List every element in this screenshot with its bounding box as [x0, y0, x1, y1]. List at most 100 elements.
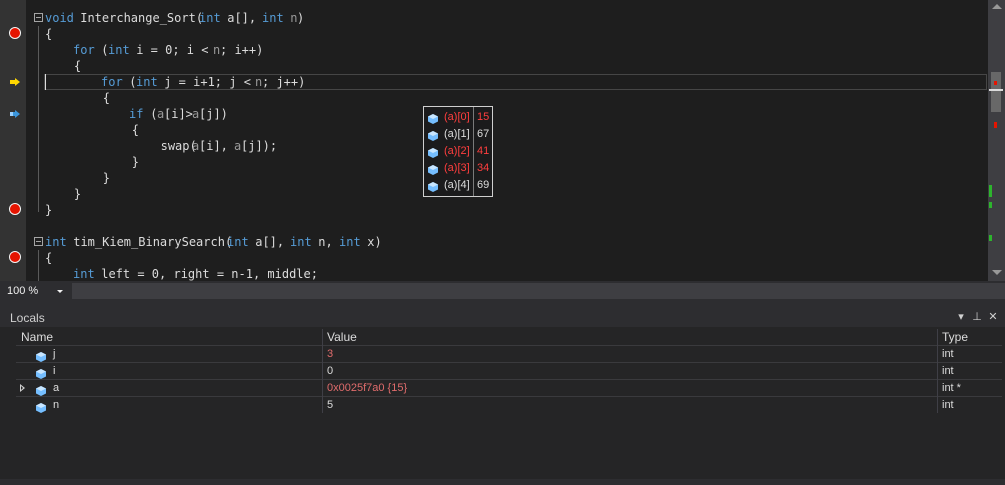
code-line[interactable]: int tim_Kiem_BinarySearch(int a[], int n… — [28, 234, 983, 250]
datatip-value[interactable]: 15 — [477, 109, 489, 126]
locals-row[interactable]: j 3 int — [16, 345, 1002, 362]
datatip-value[interactable]: 69 — [477, 177, 489, 194]
locals-row[interactable]: i 0 int — [16, 362, 1002, 379]
code-token: } — [45, 155, 139, 169]
variable-type: int — [942, 348, 954, 360]
code-line[interactable]: if (a [i]> a [j]) — [28, 106, 983, 122]
variable-value[interactable]: 3 — [327, 346, 333, 362]
bottom-tab-strip — [0, 479, 1005, 485]
datatip-name: (a)[3] — [444, 162, 470, 174]
code-token: [j]) — [199, 107, 228, 121]
code-token: } — [45, 171, 111, 185]
code-line[interactable] — [28, 218, 983, 234]
column-divider[interactable] — [937, 329, 938, 345]
column-header-type[interactable]: Type — [942, 329, 968, 345]
code-token: x) — [360, 235, 382, 249]
variable-type: int * — [942, 382, 961, 394]
horizontal-scrollbar[interactable] — [72, 283, 1005, 299]
code-line[interactable]: { — [28, 250, 983, 266]
datatip-value[interactable]: 34 — [477, 160, 489, 177]
scroll-down-icon[interactable] — [992, 270, 1002, 275]
code-token: int — [45, 235, 67, 249]
datatip-row[interactable]: (a)[3] 34 — [424, 160, 494, 177]
breakpoint-icon[interactable] — [9, 251, 21, 263]
code-token: { — [45, 251, 53, 265]
code-line[interactable]: } — [28, 170, 983, 186]
datatip-name: (a)[0] — [444, 111, 470, 123]
code-line[interactable]: { — [28, 122, 983, 138]
datatip-name: (a)[1] — [444, 128, 470, 140]
code-token: a[], — [248, 235, 292, 249]
code-line[interactable]: { — [28, 90, 983, 106]
datatip-row[interactable]: (a)[4] 69 — [424, 177, 494, 194]
locals-row[interactable]: n 5 int — [16, 396, 1002, 413]
expand-arrow-icon[interactable] — [20, 384, 25, 392]
variable-cube-icon — [36, 400, 46, 413]
code-token: int — [73, 267, 95, 281]
code-line[interactable]: void Interchange_Sort(int a[], int n) — [28, 10, 983, 26]
code-token: int — [290, 235, 312, 249]
code-area[interactable]: void Interchange_Sort(int a[], int n){ f… — [28, 0, 983, 281]
code-token: int — [227, 235, 249, 249]
text-caret — [45, 74, 46, 90]
breakpoint-marker — [994, 122, 997, 128]
collapse-toggle-icon[interactable] — [34, 13, 43, 22]
variable-name: j — [53, 348, 56, 360]
variable-name: a — [53, 382, 60, 394]
datatip-name: (a)[2] — [444, 145, 470, 157]
breakpoint-icon[interactable] — [9, 27, 21, 39]
code-line[interactable]: swap(a [i], a [j]); — [28, 138, 983, 154]
variable-value[interactable]: 0x0025f7a0 {15} — [327, 380, 407, 396]
datatip-row[interactable]: (a)[0] 15 — [424, 109, 494, 126]
code-token: left = 0, right = n-1, middle; — [94, 267, 318, 281]
variable-value[interactable]: 0 — [327, 363, 333, 379]
code-token: [j]); — [241, 139, 278, 153]
variable-value[interactable]: 5 — [327, 397, 333, 413]
column-header-name[interactable]: Name — [21, 329, 53, 345]
variable-cube-icon — [36, 383, 46, 396]
breakpoint-icon[interactable] — [9, 203, 21, 215]
variable-cube-icon — [36, 366, 46, 379]
column-divider[interactable] — [322, 329, 323, 345]
datatip-row[interactable]: (a)[2] 41 — [424, 143, 494, 160]
locals-grid[interactable]: Name Value Type j 3 int i 0 int a 0x0025f7a0 {1… — [16, 329, 1002, 479]
scrollbar-thumb[interactable] — [991, 72, 1001, 112]
chevron-down-icon — [57, 290, 63, 293]
code-line[interactable]: { — [28, 58, 983, 74]
code-token: swap( — [45, 139, 197, 153]
code-line[interactable]: } — [28, 202, 983, 218]
code-token: [i], — [199, 139, 236, 153]
pin-icon[interactable]: ⊥ — [971, 311, 983, 323]
code-line[interactable]: int left = 0, right = n-1, middle; — [28, 266, 983, 281]
code-token: int — [339, 235, 361, 249]
window-position-dropdown-icon[interactable]: ▾ — [955, 311, 967, 323]
code-line[interactable]: { — [28, 26, 983, 42]
call-stack-arrow-icon — [10, 110, 20, 118]
datatip-value[interactable]: 67 — [477, 126, 489, 143]
code-editor[interactable]: void Interchange_Sort(int a[], int n){ f… — [0, 0, 1005, 281]
code-token: [i]> — [164, 107, 193, 121]
datatip-value[interactable]: 41 — [477, 143, 489, 160]
glyph-margin[interactable] — [0, 0, 26, 281]
outline-guide — [38, 26, 39, 212]
close-icon[interactable]: ✕ — [987, 311, 999, 323]
code-token: { — [45, 123, 139, 137]
collapse-toggle-icon[interactable] — [34, 237, 43, 246]
locals-row[interactable]: a 0x0025f7a0 {15} int * — [16, 379, 1002, 396]
code-line[interactable]: } — [28, 154, 983, 170]
locals-window: Locals ▾ ⊥ ✕ Name Value Type j 3 int i 0 int a… — [0, 308, 1005, 485]
column-header-value[interactable]: Value — [327, 329, 357, 345]
vertical-scrollbar[interactable] — [988, 0, 1005, 281]
datatip-popup[interactable]: (a)[0] 15 (a)[1] 67 (a)[2] 41 (a)[3] 34 (a)[4] 69 — [423, 106, 493, 197]
panel-splitter[interactable] — [0, 301, 1005, 308]
code-token: for — [73, 43, 95, 57]
caret-position-marker — [989, 89, 1003, 91]
variable-type: int — [942, 399, 954, 411]
zoom-dropdown[interactable]: 100 % — [7, 283, 65, 299]
datatip-row[interactable]: (a)[1] 67 — [424, 126, 494, 143]
code-line[interactable]: for (int i = 0; i < n; i++) — [28, 42, 983, 58]
code-token: n, — [311, 235, 340, 249]
scroll-up-icon[interactable] — [992, 4, 1002, 9]
code-line[interactable]: } — [28, 186, 983, 202]
